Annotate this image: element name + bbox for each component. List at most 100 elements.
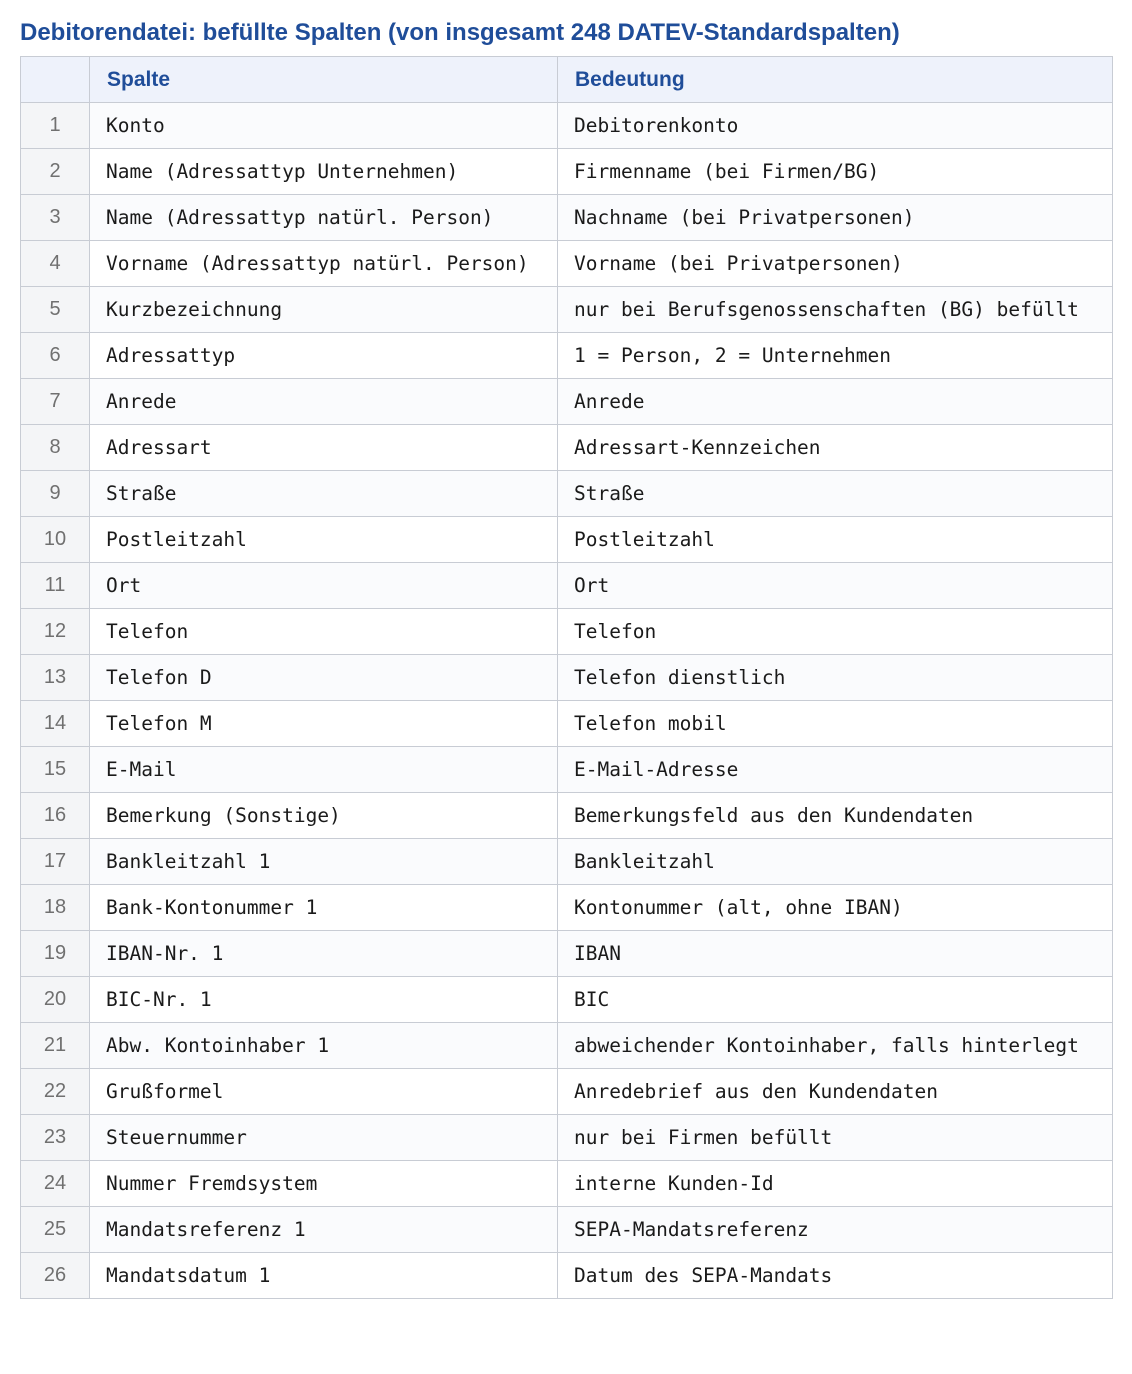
row-number: 20 <box>20 976 90 1023</box>
table-row: 18 Bank-Kontonummer 1 Kontonummer (alt, oh… <box>20 884 1113 931</box>
cell-spalte: Ort <box>89 562 558 609</box>
table-row: 26 Mandatsdatum 1 Datum des SEPA-Mandats <box>20 1252 1113 1299</box>
cell-spalte: E-Mail <box>89 746 558 793</box>
table-body: 1 Konto Debitorenkonto 2 Name (Adressattyp U… <box>20 102 1113 1299</box>
table-row: 20 BIC-Nr. 1 BIC <box>20 976 1113 1023</box>
row-number: 7 <box>20 378 90 425</box>
row-number: 1 <box>20 102 90 149</box>
cell-bedeutung: SEPA-Mandatsreferenz <box>557 1206 1113 1253</box>
cell-bedeutung: Postleitzahl <box>557 516 1113 563</box>
columns-table: Spalte Bedeutung 1 Konto Debitorenkonto 2 Na… <box>20 56 1113 1299</box>
row-number: 25 <box>20 1206 90 1253</box>
cell-bedeutung: Datum des SEPA-Mandats <box>557 1252 1113 1299</box>
table-row: 16 Bemerkung (Sonstige) Bemerkungsfeld aus… <box>20 792 1113 839</box>
table-row: 9 Straße Straße <box>20 470 1113 517</box>
cell-bedeutung: nur bei Firmen befüllt <box>557 1114 1113 1161</box>
row-number: 19 <box>20 930 90 977</box>
cell-bedeutung: BIC <box>557 976 1113 1023</box>
row-number: 13 <box>20 654 90 701</box>
cell-spalte: Abw. Kontoinhaber 1 <box>89 1022 558 1069</box>
table-row: 12 Telefon Telefon <box>20 608 1113 655</box>
table-row: 3 Name (Adressattyp natürl. Person) Nachna… <box>20 194 1113 241</box>
row-number: 6 <box>20 332 90 379</box>
table-row: 2 Name (Adressattyp Unternehmen) Firmennam… <box>20 148 1113 195</box>
table-row: 1 Konto Debitorenkonto <box>20 102 1113 149</box>
cell-spalte: Telefon M <box>89 700 558 747</box>
cell-spalte: IBAN-Nr. 1 <box>89 930 558 977</box>
cell-spalte: Telefon D <box>89 654 558 701</box>
cell-spalte: Nummer Fremdsystem <box>89 1160 558 1207</box>
cell-bedeutung: Debitorenkonto <box>557 102 1113 149</box>
cell-spalte: Adressattyp <box>89 332 558 379</box>
row-number: 5 <box>20 286 90 333</box>
header-row-number <box>20 56 90 103</box>
cell-bedeutung: Anrede <box>557 378 1113 425</box>
table-row: 24 Nummer Fremdsystem interne Kunden-Id <box>20 1160 1113 1207</box>
table-row: 4 Vorname (Adressattyp natürl. Person) Vor… <box>20 240 1113 287</box>
table-row: 6 Adressattyp 1 = Person, 2 = Unternehmen <box>20 332 1113 379</box>
table-row: 14 Telefon M Telefon mobil <box>20 700 1113 747</box>
table-row: 13 Telefon D Telefon dienstlich <box>20 654 1113 701</box>
row-number: 22 <box>20 1068 90 1115</box>
row-number: 10 <box>20 516 90 563</box>
table-row: 21 Abw. Kontoinhaber 1 abweichender Kontoi… <box>20 1022 1113 1069</box>
cell-spalte: Konto <box>89 102 558 149</box>
table-row: 19 IBAN-Nr. 1 IBAN <box>20 930 1113 977</box>
table-row: 8 Adressart Adressart-Kennzeichen <box>20 424 1113 471</box>
row-number: 4 <box>20 240 90 287</box>
row-number: 24 <box>20 1160 90 1207</box>
row-number: 23 <box>20 1114 90 1161</box>
header-bedeutung: Bedeutung <box>557 56 1113 103</box>
cell-spalte: Mandatsreferenz 1 <box>89 1206 558 1253</box>
table-row: 22 Grußformel Anredebrief aus den Kundenda… <box>20 1068 1113 1115</box>
cell-bedeutung: Bankleitzahl <box>557 838 1113 885</box>
cell-bedeutung: Straße <box>557 470 1113 517</box>
cell-spalte: Telefon <box>89 608 558 655</box>
header-spalte: Spalte <box>89 56 558 103</box>
cell-spalte: Straße <box>89 470 558 517</box>
cell-bedeutung: 1 = Person, 2 = Unternehmen <box>557 332 1113 379</box>
cell-spalte: Adressart <box>89 424 558 471</box>
document-content: Debitorendatei: befüllte Spalten (von in… <box>20 14 1113 1299</box>
cell-spalte: BIC-Nr. 1 <box>89 976 558 1023</box>
cell-bedeutung: Ort <box>557 562 1113 609</box>
cell-spalte: Name (Adressattyp natürl. Person) <box>89 194 558 241</box>
cell-bedeutung: Kontonummer (alt, ohne IBAN) <box>557 884 1113 931</box>
cell-bedeutung: Vorname (bei Privatpersonen) <box>557 240 1113 287</box>
row-number: 15 <box>20 746 90 793</box>
cell-bedeutung: Nachname (bei Privatpersonen) <box>557 194 1113 241</box>
row-number: 14 <box>20 700 90 747</box>
table-row: 23 Steuernummer nur bei Firmen befüllt <box>20 1114 1113 1161</box>
row-number: 21 <box>20 1022 90 1069</box>
row-number: 17 <box>20 838 90 885</box>
cell-spalte: Anrede <box>89 378 558 425</box>
table-row: 7 Anrede Anrede <box>20 378 1113 425</box>
cell-spalte: Grußformel <box>89 1068 558 1115</box>
row-number: 16 <box>20 792 90 839</box>
cell-bedeutung: E-Mail-Adresse <box>557 746 1113 793</box>
table-row: 11 Ort Ort <box>20 562 1113 609</box>
row-number: 8 <box>20 424 90 471</box>
row-number: 18 <box>20 884 90 931</box>
cell-bedeutung: abweichender Kontoinhaber, falls hinterl… <box>557 1022 1113 1069</box>
cell-spalte: Name (Adressattyp Unternehmen) <box>89 148 558 195</box>
cell-bedeutung: Telefon dienstlich <box>557 654 1113 701</box>
row-number: 12 <box>20 608 90 655</box>
cell-spalte: Bank-Kontonummer 1 <box>89 884 558 931</box>
cell-spalte: Steuernummer <box>89 1114 558 1161</box>
cell-spalte: Kurzbezeichnung <box>89 286 558 333</box>
row-number: 3 <box>20 194 90 241</box>
cell-spalte: Mandatsdatum 1 <box>89 1252 558 1299</box>
cell-spalte: Vorname (Adressattyp natürl. Person) <box>89 240 558 287</box>
cell-bedeutung: Firmenname (bei Firmen/BG) <box>557 148 1113 195</box>
cell-bedeutung: Telefon <box>557 608 1113 655</box>
cell-spalte: Postleitzahl <box>89 516 558 563</box>
table-row: 25 Mandatsreferenz 1 SEPA-Mandatsreferenz <box>20 1206 1113 1253</box>
cell-spalte: Bemerkung (Sonstige) <box>89 792 558 839</box>
table-header-row: Spalte Bedeutung <box>20 56 1113 103</box>
row-number: 11 <box>20 562 90 609</box>
cell-bedeutung: Anredebrief aus den Kundendaten <box>557 1068 1113 1115</box>
cell-bedeutung: nur bei Berufsgenossenschaften (BG) befü… <box>557 286 1113 333</box>
cell-bedeutung: Telefon mobil <box>557 700 1113 747</box>
cell-bedeutung: interne Kunden-Id <box>557 1160 1113 1207</box>
